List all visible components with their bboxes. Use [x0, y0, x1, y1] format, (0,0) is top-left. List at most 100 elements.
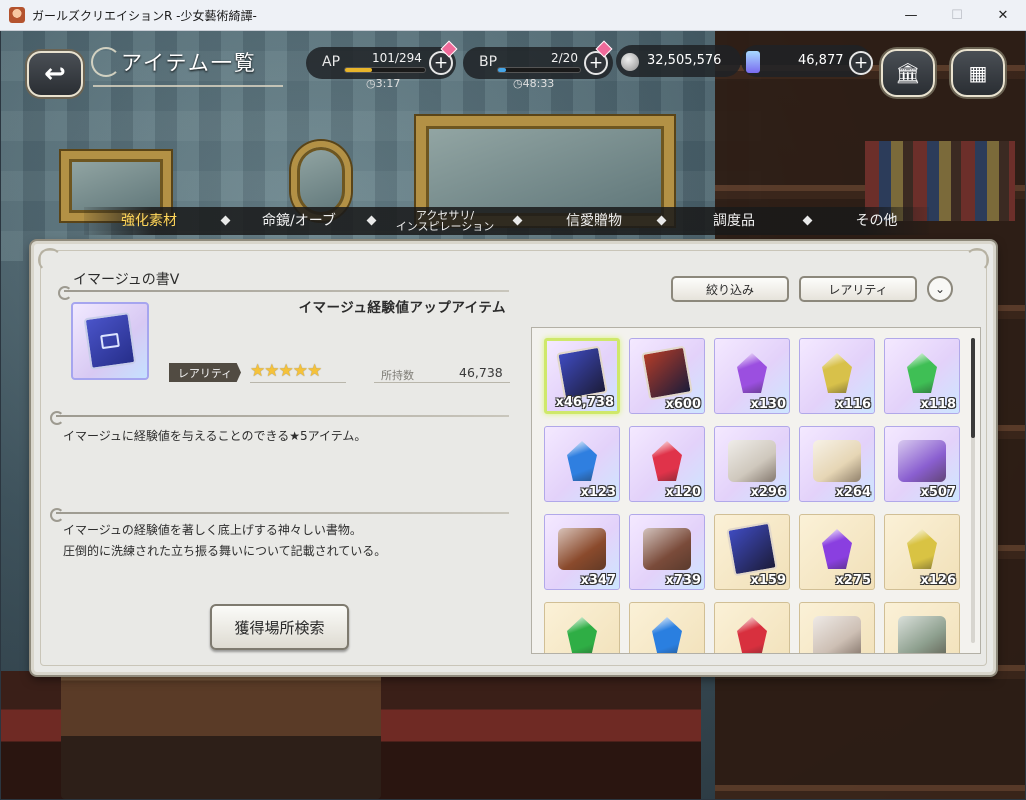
item-cell[interactable]: x120 [629, 426, 705, 502]
window-titlebar: ガールズクリエイションR -少女藝術綺譚- — ☐ ✕ [0, 0, 1026, 31]
item-count: x159 [750, 573, 786, 588]
item-count: x600 [665, 397, 701, 412]
item-cell[interactable]: x507 [884, 426, 960, 502]
item-cell[interactable] [544, 602, 620, 653]
selected-item-icon [71, 302, 149, 380]
tab-label: 信愛贈物 [566, 213, 622, 229]
item-cell[interactable] [884, 602, 960, 653]
tab-affection-gifts[interactable]: 信愛贈物 [524, 207, 664, 235]
gem-icon [652, 617, 682, 653]
book-icon [641, 345, 693, 401]
chevron-down-icon: ⌄ [934, 282, 946, 296]
plus-icon: + [588, 52, 604, 73]
item-cell[interactable]: x264 [799, 426, 875, 502]
plus-icon: + [433, 52, 449, 73]
item-count: x123 [580, 485, 616, 500]
plus-icon: + [853, 52, 869, 73]
back-button[interactable]: ↩ [27, 51, 83, 97]
item-cell[interactable] [714, 602, 790, 653]
sort-order-toggle[interactable]: ⌄ [927, 276, 953, 302]
stars-underline [250, 382, 346, 383]
clock-icon: ◷ [366, 77, 376, 90]
ap-bar [344, 67, 426, 73]
crystal-icon [746, 51, 760, 73]
item-count: x739 [665, 573, 701, 588]
bp-timer: ◷48:33 [513, 77, 555, 90]
item-name: イマージュの書Ⅴ [73, 272, 180, 288]
scrollbar-thumb[interactable] [971, 338, 975, 438]
item-count: x126 [920, 573, 956, 588]
divider-ornament [58, 286, 509, 300]
tab-others[interactable]: その他 [814, 207, 939, 235]
tubes-icon [643, 528, 691, 571]
tab-furniture[interactable]: 調度品 [669, 207, 799, 235]
tab-mirrors-orbs[interactable]: 命鏡/オーブ [234, 207, 364, 235]
rock-icon [898, 616, 946, 653]
tab-label: 強化素材 [121, 213, 177, 229]
gem-add-button[interactable]: + [849, 51, 873, 75]
owned-label: 所持数 [381, 369, 414, 382]
statue-icon [813, 616, 861, 653]
title-swirl-ornament [91, 47, 121, 77]
item-cell[interactable]: x116 [799, 338, 875, 414]
item-cell[interactable] [799, 602, 875, 653]
item-count: x120 [665, 485, 701, 500]
item-count: x46,738 [555, 395, 614, 410]
menu-button[interactable]: ▦ [951, 49, 1005, 97]
tab-separator [512, 215, 523, 226]
item-cell[interactable]: x46,738 [544, 338, 620, 414]
corner-ornament [965, 248, 989, 272]
owned-underline [374, 382, 510, 383]
tab-label: 調度品 [713, 213, 755, 229]
ap-label: AP [322, 54, 341, 70]
tab-label: その他 [855, 213, 898, 229]
bp-value: 2/20 [551, 51, 578, 65]
gem-icon [567, 441, 597, 482]
home-icon: 🏛 [895, 61, 921, 85]
tab-enhance-materials[interactable]: 強化素材 [84, 207, 214, 235]
gem-value: 46,877 [798, 53, 844, 68]
gem-icon [822, 353, 852, 394]
item-cell[interactable]: x118 [884, 338, 960, 414]
item-cell[interactable]: x123 [544, 426, 620, 502]
gem-icon [737, 617, 767, 653]
rarity-sort-button[interactable]: レアリティ [799, 276, 917, 302]
bp-label: BP [479, 54, 498, 70]
tab-label: 命鏡/オーブ [262, 213, 336, 229]
statue-icon [728, 440, 776, 483]
back-arrow-icon: ↩ [44, 59, 66, 89]
game-viewport: ↩ アイテム一覧 AP 101/294 ◷3:17 + BP 2/20 ◷48:… [1, 31, 1025, 799]
gem-icon [737, 353, 767, 394]
flavor-text-line2: 圧倒的に洗練された立ち振る舞いについて記載されている。 [63, 544, 387, 558]
acquisition-search-button[interactable]: 獲得場所検索 [210, 604, 349, 650]
gem-icon [567, 617, 597, 653]
item-cell[interactable]: x275 [799, 514, 875, 590]
item-count: x130 [750, 397, 786, 412]
minimize-button[interactable]: — [888, 0, 934, 31]
page-title: アイテム一覧 [121, 51, 257, 75]
maximize-button[interactable]: ☐ [934, 0, 980, 31]
item-panel: イマージュの書Ⅴ イマージュ経験値アップアイテム レアリティ ★★★★★ 所持数… [31, 241, 996, 675]
home-button[interactable]: 🏛 [881, 49, 935, 97]
item-cell[interactable]: x600 [629, 338, 705, 414]
item-cell[interactable]: x739 [629, 514, 705, 590]
corner-ornament [38, 248, 62, 272]
item-type: イマージュ経験値アップアイテム [298, 300, 506, 316]
rarity-tag: レアリティ [169, 363, 241, 382]
tab-separator [802, 215, 813, 226]
book-icon [83, 312, 137, 370]
item-cell[interactable] [629, 602, 705, 653]
tab-separator [220, 215, 231, 226]
item-cell[interactable]: x347 [544, 514, 620, 590]
close-button[interactable]: ✕ [980, 0, 1026, 31]
filter-button[interactable]: 絞り込み [671, 276, 789, 302]
scroll-icon [813, 440, 861, 483]
item-cell[interactable]: x296 [714, 426, 790, 502]
item-cell[interactable]: x126 [884, 514, 960, 590]
item-cell[interactable]: x159 [714, 514, 790, 590]
tab-accessories-inspiration[interactable]: アクセサリ/ インスピレーション [376, 207, 514, 235]
item-cell[interactable]: x130 [714, 338, 790, 414]
gem-icon [907, 353, 937, 394]
app-icon [9, 7, 25, 23]
divider-ornament [50, 411, 509, 425]
